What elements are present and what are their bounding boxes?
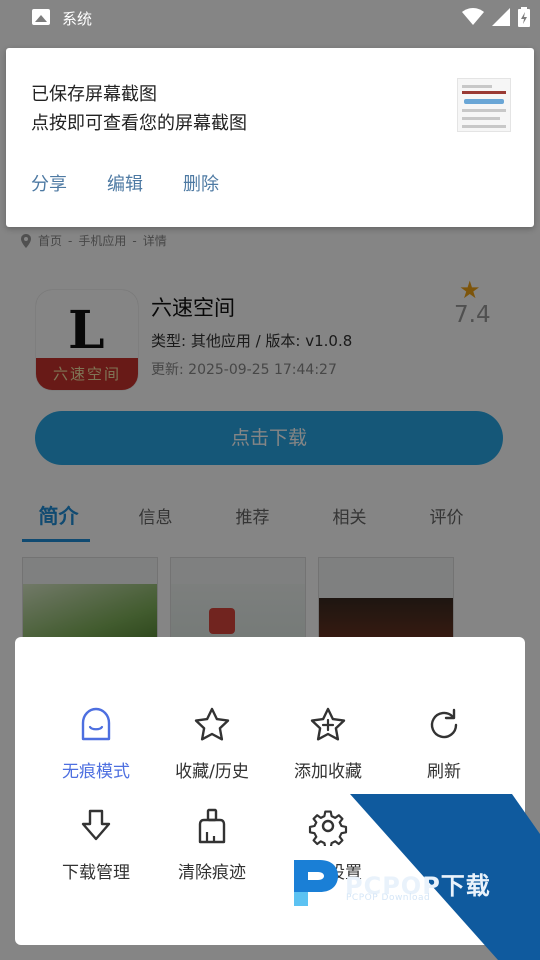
download-icon (81, 809, 111, 841)
menu-refresh[interactable]: 刷新 (386, 705, 502, 782)
status-bar: 系统 (0, 0, 540, 36)
menu-add-favorite[interactable]: 添加收藏 (270, 705, 386, 782)
edit-button[interactable]: 编辑 (107, 170, 143, 196)
image-icon (32, 9, 50, 25)
menu-incognito[interactable]: 无痕模式 (38, 705, 154, 782)
status-app-label: 系统 (62, 10, 93, 28)
menu-clear-traces[interactable]: 清除痕迹 (154, 806, 270, 883)
watermark-logo (294, 860, 338, 906)
star-icon (194, 707, 230, 741)
gear-icon (308, 810, 348, 846)
notification-actions: 分享 编辑 删除 (31, 170, 219, 196)
menu-item-label: 收藏/历史 (175, 762, 249, 782)
menu-item-label: 无痕模式 (62, 762, 130, 782)
notification-body: 点按即可查看您的屏幕截图 (31, 113, 247, 134)
menu-favorites-history[interactable]: 收藏/历史 (154, 705, 270, 782)
star-plus-icon (310, 707, 346, 741)
watermark-sub: PCPOP Download (346, 893, 431, 903)
battery-charging-icon (518, 7, 530, 27)
ghost-icon (81, 707, 111, 741)
delete-button[interactable]: 删除 (183, 170, 219, 196)
broom-icon (198, 808, 226, 844)
share-button[interactable]: 分享 (31, 170, 67, 196)
notification-title: 已保存屏幕截图 (31, 84, 157, 105)
screenshot-notification[interactable]: 已保存屏幕截图 点按即可查看您的屏幕截图 分享 编辑 删除 (6, 48, 534, 227)
menu-item-label: 刷新 (427, 762, 461, 782)
screenshot-thumbnail[interactable] (457, 78, 511, 132)
menu-download-manager[interactable]: 下载管理 (38, 806, 154, 883)
refresh-icon (430, 708, 458, 739)
signal-icon (492, 8, 510, 26)
menu-item-label: 添加收藏 (294, 762, 362, 782)
status-icons (462, 7, 530, 27)
menu-item-label: 下载管理 (62, 863, 130, 883)
wifi-icon (462, 8, 484, 25)
menu-item-label: 清除痕迹 (178, 863, 246, 883)
